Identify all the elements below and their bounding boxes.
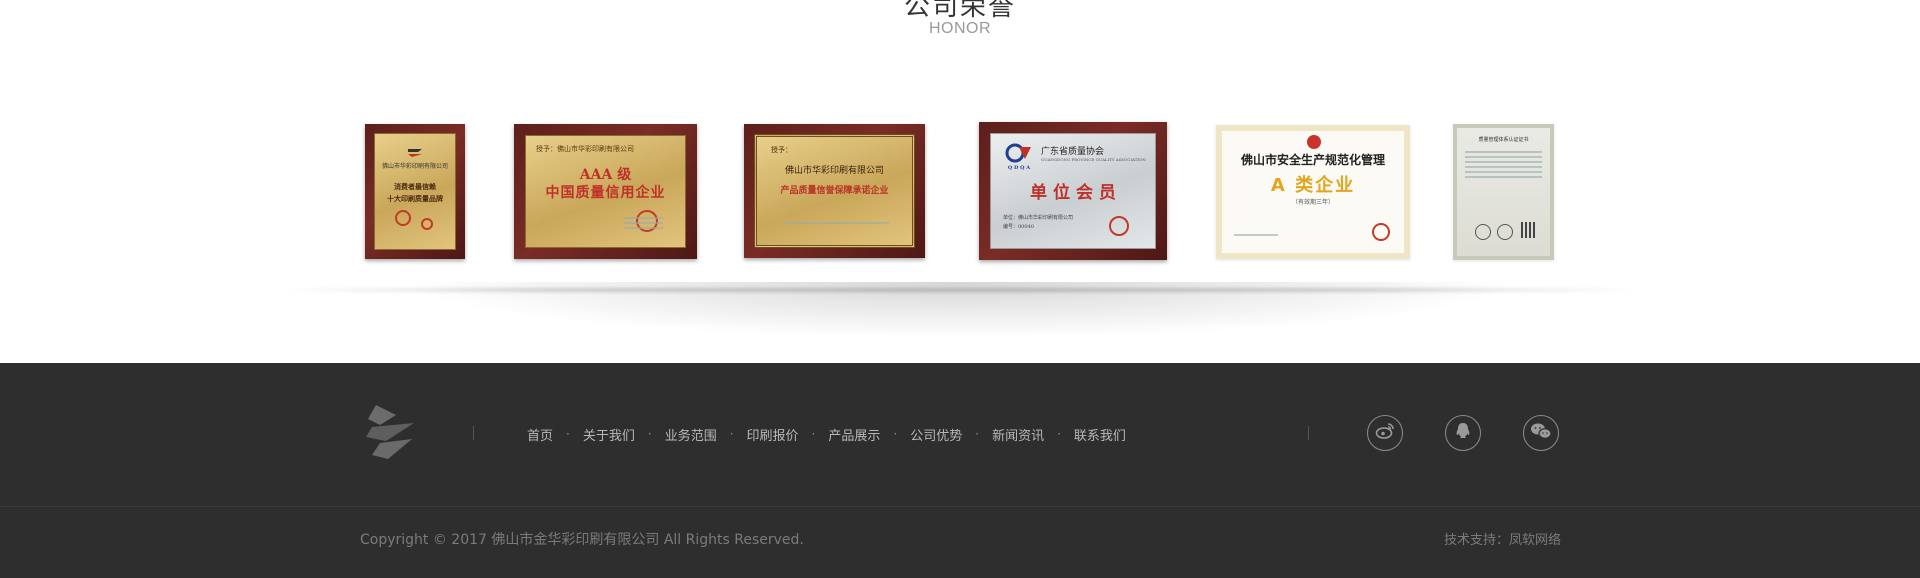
seal-icon — [421, 218, 433, 230]
plaque-org-en: GUANGDONG PROVINCE QUALITY ASSOCIATION — [1041, 157, 1146, 162]
qq-button[interactable] — [1445, 415, 1481, 451]
site-footer: 首页 · 关于我们 · 业务范围 · 印刷报价 · 产品展示 · 公司优势 · … — [0, 363, 1920, 578]
plaque-line3: （有效期三年） — [1291, 199, 1334, 206]
nav-dot: · — [975, 427, 980, 441]
footer-separator — [473, 426, 474, 440]
plaque-line2: A 类企业 — [1270, 175, 1356, 196]
plaque-line2: 十大印刷质量品牌 — [387, 194, 443, 203]
certification-mark-icon — [1497, 224, 1513, 240]
plaque-line1: 质量管理体系认证证书 — [1478, 137, 1529, 143]
nav-dot: · — [1057, 427, 1061, 441]
plaque-line1: 消费者最信赖 — [394, 182, 436, 191]
emblem-icon — [1307, 135, 1321, 149]
nav-dot: · — [729, 427, 734, 441]
section-subtitle: HONOR — [928, 20, 992, 37]
plaque-line1: 单 位 会 员 — [1030, 183, 1116, 203]
honor-plaque-4[interactable]: Q D Q A 广东省质量协会 GUANGDONG PROVINCE QUALI… — [979, 122, 1167, 260]
plaque-line2: 中国质量信用企业 — [545, 185, 666, 201]
wechat-icon — [1530, 422, 1552, 444]
copyright-text: Copyright © 2017 佛山市金华彩印刷有限公司 All Rights… — [360, 532, 804, 548]
plaque-org: 授予： — [771, 146, 792, 154]
nav-dot: · — [566, 427, 570, 441]
plaque-line2: 单位：佛山市华彩印刷有限公司 — [1003, 215, 1074, 221]
plaque-line1: AAA 级 — [579, 167, 632, 183]
qdqa-badge: Q D Q A — [1007, 165, 1031, 171]
nav-home[interactable]: 首页 — [527, 425, 553, 444]
honor-section: 公司荣誉 HONOR 佛山市华彩印刷有限公司 消费者最信赖 十大印刷质量品牌 授… — [0, 0, 1920, 363]
honor-plaque-6[interactable]: 质量管理体系认证证书 — [1453, 124, 1554, 260]
company-logo-icon[interactable] — [362, 401, 422, 463]
seal-icon — [395, 210, 411, 226]
honor-plaque-1[interactable]: 佛山市华彩印刷有限公司 消费者最信赖 十大印刷质量品牌 — [365, 124, 465, 259]
honor-plaque-3[interactable]: 授予： 佛山市华彩印刷有限公司 产品质量信誉保障承诺企业 — [744, 124, 925, 258]
qr-code-icon — [1521, 222, 1537, 238]
nav-business[interactable]: 业务范围 — [665, 425, 717, 444]
weibo-button[interactable] — [1367, 415, 1403, 451]
nav-products[interactable]: 产品展示 — [828, 425, 880, 444]
certification-mark-icon — [1475, 224, 1491, 240]
tech-support-link[interactable]: 技术支持：凤软网络 — [1444, 529, 1561, 548]
display-shelf-line — [280, 288, 1640, 292]
seal-icon — [1109, 216, 1129, 236]
nav-news[interactable]: 新闻资讯 — [992, 425, 1044, 444]
honor-plaque-2[interactable]: 授予：佛山市华彩印刷有限公司 AAA 级 中国质量信用企业 — [514, 124, 697, 259]
plaque-line2: 产品质量信誉保障承诺企业 — [780, 186, 889, 196]
nav-dot: · — [647, 427, 652, 441]
qq-icon — [1455, 422, 1471, 444]
wechat-button[interactable] — [1523, 415, 1559, 451]
nav-quote[interactable]: 印刷报价 — [747, 425, 799, 444]
honor-plaque-5[interactable]: 佛山市安全生产规范化管理 A 类企业 （有效期三年） — [1216, 125, 1410, 259]
plaque-org: 授予：佛山市华彩印刷有限公司 — [536, 145, 634, 153]
plaque-org: 佛山市华彩印刷有限公司 — [381, 163, 448, 170]
footer-separator — [1308, 426, 1309, 440]
footer-divider — [0, 506, 1920, 507]
nav-dot: · — [811, 427, 816, 441]
plaque-org: 广东省质量协会 — [1041, 147, 1105, 157]
nav-contact[interactable]: 联系我们 — [1074, 425, 1126, 444]
plaque-line1: 佛山市华彩印刷有限公司 — [784, 166, 884, 176]
qdqa-logo-icon — [1005, 143, 1033, 165]
footer-nav: 首页 · 关于我们 · 业务范围 · 印刷报价 · 产品展示 · 公司优势 · … — [527, 424, 1126, 444]
nav-dot: · — [893, 427, 898, 441]
plaque-line1: 佛山市安全生产规范化管理 — [1240, 153, 1385, 167]
seal-icon — [1372, 223, 1390, 241]
nav-advantages[interactable]: 公司优势 — [910, 425, 962, 444]
nav-about[interactable]: 关于我们 — [583, 425, 635, 444]
weibo-icon — [1375, 422, 1395, 444]
display-shelf-shadow — [270, 282, 1650, 352]
plaque-line3: 编号：00040 — [1003, 224, 1034, 230]
